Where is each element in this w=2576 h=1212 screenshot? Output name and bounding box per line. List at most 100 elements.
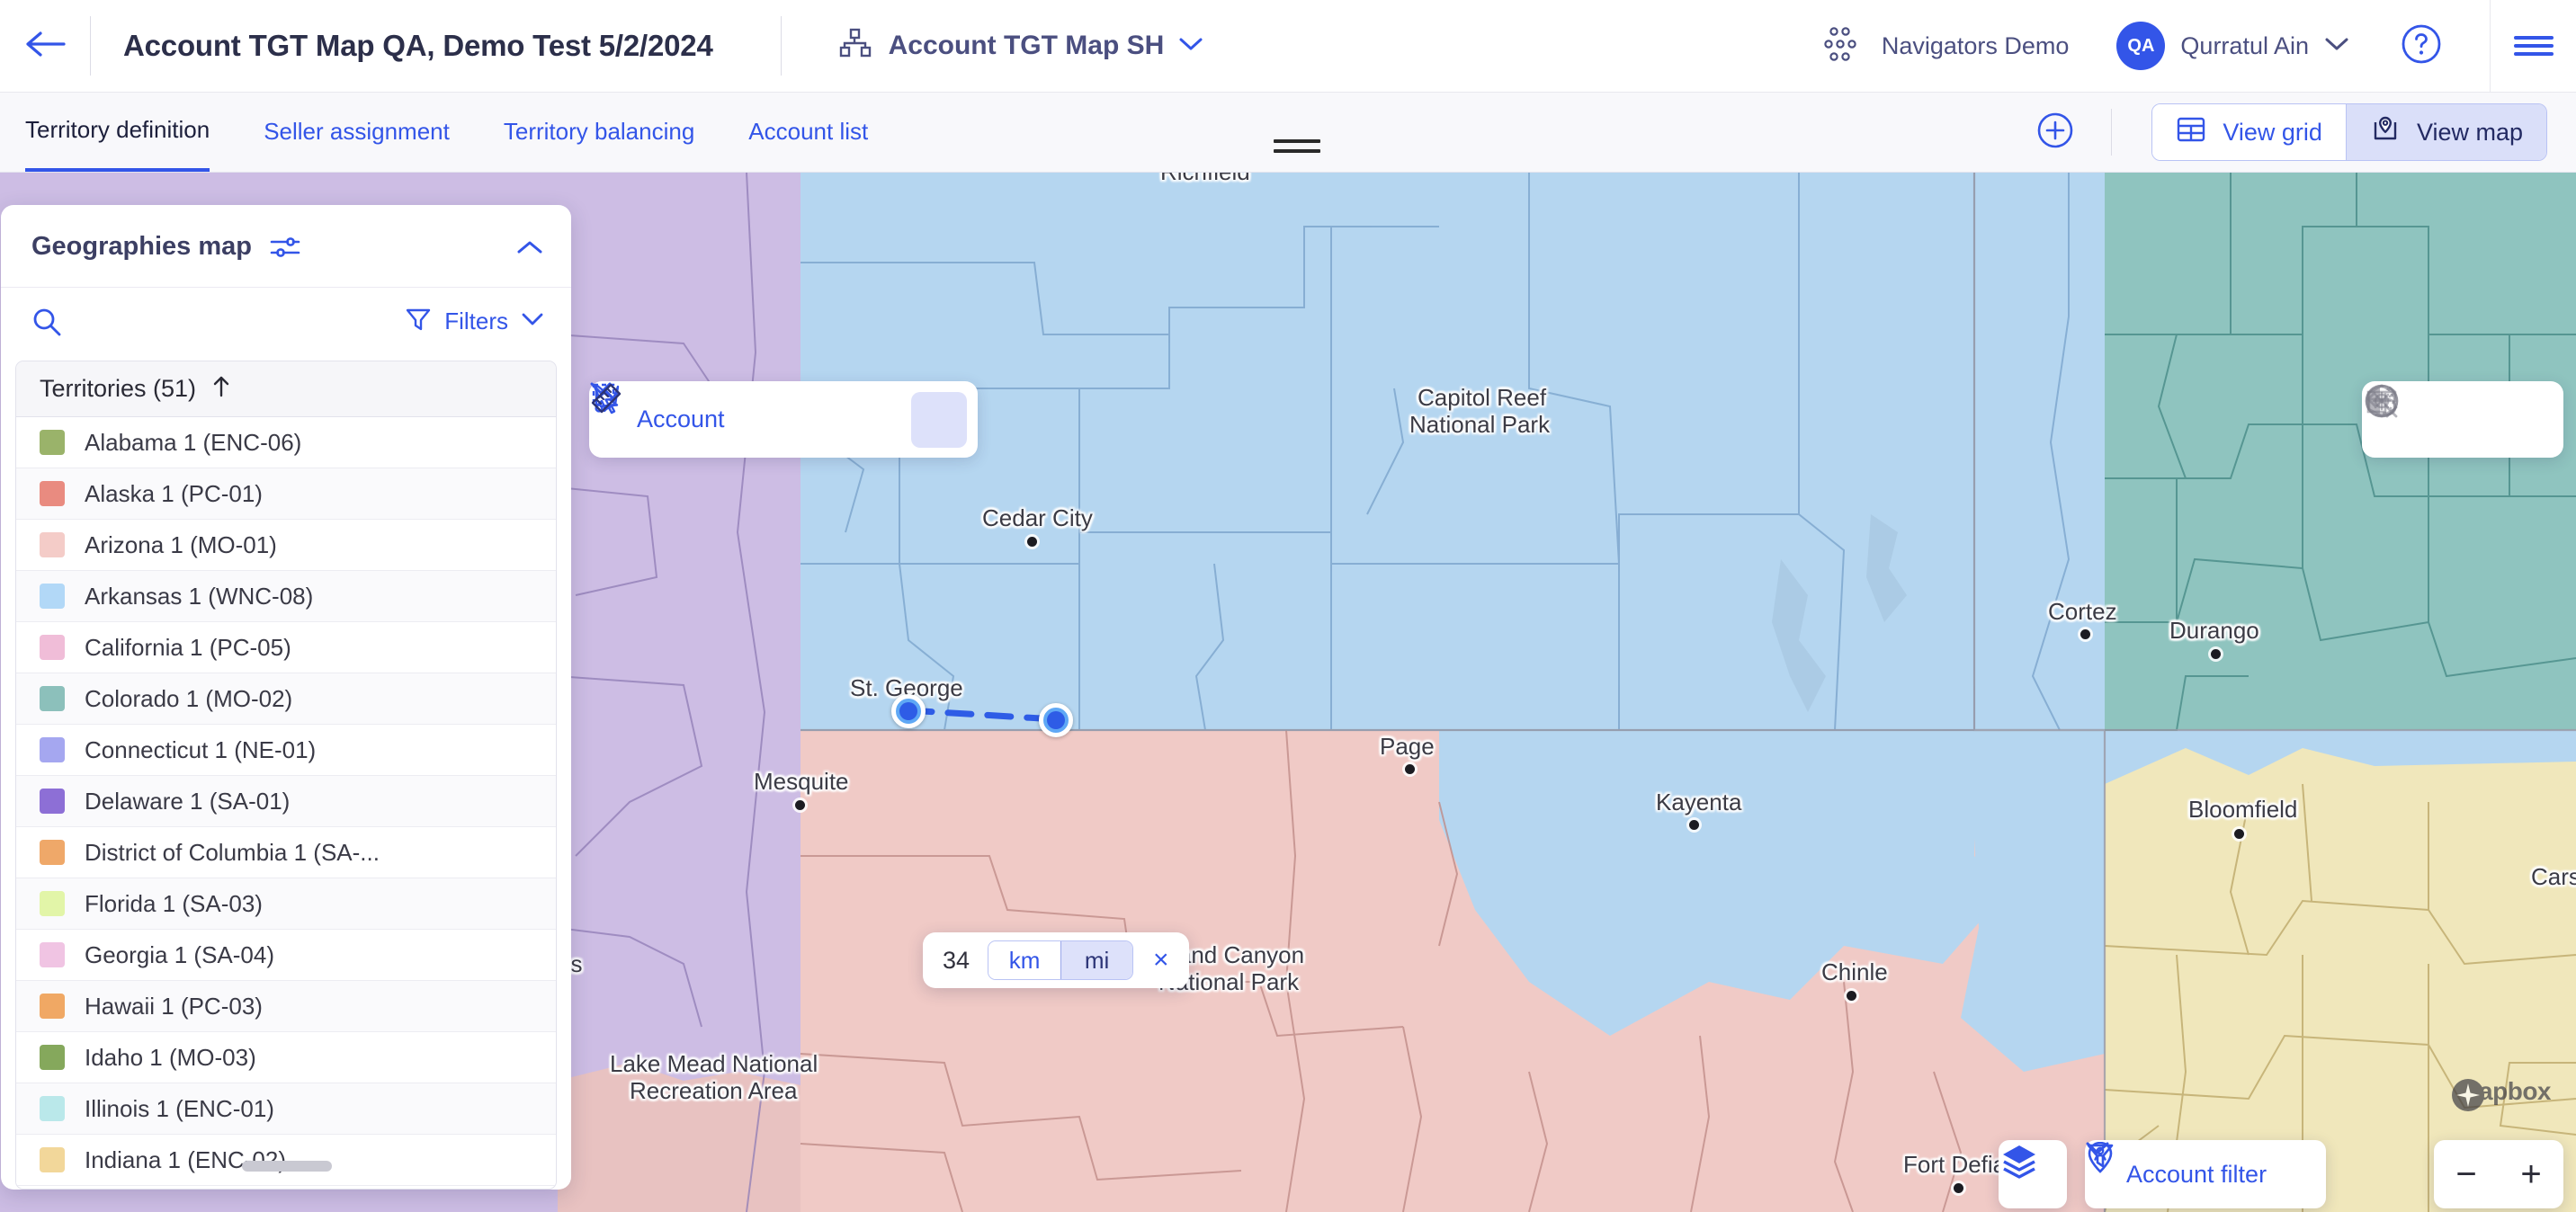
territory-color-swatch (40, 994, 65, 1019)
view-grid-button[interactable]: View grid (2152, 104, 2346, 160)
territory-label: Colorado 1 (MO-02) (85, 684, 293, 712)
panel-title: Geographies map (31, 232, 252, 261)
map-layers-button[interactable] (1999, 1140, 2067, 1208)
chevron-down-icon (521, 312, 544, 331)
search-icon[interactable] (31, 307, 62, 337)
filters-button[interactable]: Filters (405, 306, 544, 337)
account-filter-label: Account filter (2126, 1160, 2267, 1188)
table-row[interactable]: Georgia 1 (SA-04) (16, 930, 556, 981)
map-city-dot (1027, 537, 1037, 547)
tabbar-divider (2111, 109, 2113, 156)
header-divider-2 (780, 16, 782, 76)
tab-territory-definition[interactable]: Territory definition (25, 93, 210, 172)
question-circle-icon (2400, 22, 2443, 70)
map-city-dot (1847, 991, 1856, 1001)
map-city-dot (2234, 829, 2244, 839)
view-map-button[interactable]: View map (2345, 104, 2546, 160)
sliders-icon[interactable] (270, 234, 300, 261)
application-root: Account TGT Map QA, Demo Test 5/2/2024 A… (0, 0, 2576, 1212)
unit-km-button[interactable]: km (988, 941, 1061, 979)
table-row[interactable]: District of Columbia 1 (SA-... (16, 827, 556, 878)
user-menu[interactable]: QA Qurratul Ain (2116, 22, 2349, 70)
help-button[interactable] (2400, 22, 2443, 70)
measurement-close-button[interactable]: × (1153, 947, 1169, 974)
pointer-tool-button[interactable] (595, 383, 836, 448)
page-title: Account TGT Map QA, Demo Test 5/2/2024 (123, 29, 713, 62)
territory-color-swatch (40, 942, 65, 967)
map-edit-tools (2362, 381, 2563, 458)
lasso-tool-button[interactable] (593, 385, 891, 448)
back-button[interactable] (0, 0, 90, 93)
zoom-in-button[interactable]: + (2504, 1156, 2558, 1192)
table-row[interactable]: Alabama 1 (ENC-06) (16, 417, 556, 468)
hamburger-menu-icon (2513, 31, 2554, 60)
tab-bar: Territory definition Seller assignment T… (0, 93, 2576, 173)
table-row[interactable]: Colorado 1 (MO-02) (16, 673, 556, 725)
avatar: QA (2116, 22, 2166, 70)
arrow-left-icon (24, 28, 66, 65)
arrow-up-icon (210, 374, 232, 404)
ruler-tool-button[interactable] (591, 383, 967, 448)
territory-label: Alabama 1 (ENC-06) (85, 428, 302, 456)
measurement-point-end[interactable] (1039, 703, 1073, 737)
search-input[interactable] (76, 308, 406, 334)
table-row[interactable]: Florida 1 (SA-03) (16, 878, 556, 930)
panel-drag-handle[interactable] (1274, 139, 1320, 159)
map-draw-toolbar: Account (589, 381, 978, 458)
table-row[interactable]: Idaho 1 (MO-03) (16, 1032, 556, 1083)
measurement-value: 34 (943, 946, 970, 974)
panel-horizontal-scrollbar[interactable] (242, 1161, 332, 1172)
territory-label: Hawaii 1 (PC-03) (85, 992, 263, 1020)
territory-label: District of Columbia 1 (SA-... (85, 838, 380, 866)
zoom-out-button[interactable]: − (2439, 1156, 2493, 1192)
add-button[interactable] (2035, 111, 2075, 155)
chevron-down-icon (2324, 36, 2349, 57)
table-row[interactable]: California 1 (PC-05) (16, 622, 556, 673)
territories-count-label: Territories (51) (40, 375, 197, 402)
table-row[interactable]: Connecticut 1 (NE-01) (16, 725, 556, 776)
measurement-point-start[interactable] (891, 694, 926, 728)
territory-label: Illinois 1 (ENC-01) (85, 1094, 274, 1122)
select-entity-label: Account (637, 405, 725, 432)
territory-label: Delaware 1 (SA-01) (85, 787, 291, 815)
territory-color-swatch (40, 635, 65, 660)
table-row[interactable]: Illinois 1 (ENC-01) (16, 1083, 556, 1135)
map-city-dot (2080, 629, 2090, 639)
header-divider-1 (90, 16, 91, 76)
header-right-cluster: Navigators Demo QA Qurratul Ain (1822, 0, 2576, 93)
table-row[interactable]: Delaware 1 (SA-01) (16, 776, 556, 827)
organization-label: Navigators Demo (1881, 31, 2070, 59)
map-zoom-controls: − + (2434, 1140, 2563, 1208)
table-row[interactable]: Arkansas 1 (WNC-08) (16, 571, 556, 622)
map-hierarchy-icon (838, 26, 874, 67)
grid-table-icon (2176, 114, 2206, 151)
select-entity-dropdown[interactable]: Account (590, 382, 749, 433)
table-row[interactable]: Arizona 1 (MO-01) (16, 520, 556, 571)
territories-list: Alabama 1 (ENC-06) Alaska 1 (PC-01) Arizon… (16, 417, 556, 1186)
unit-mi-button[interactable]: mi (1060, 941, 1133, 979)
grid-dots-icon (1822, 23, 1864, 69)
tab-territory-balancing[interactable]: Territory balancing (504, 93, 694, 172)
territory-color-swatch (40, 891, 65, 916)
table-row[interactable]: Hawaii 1 (PC-03) (16, 981, 556, 1032)
territories-list-header[interactable]: Territories (51) (16, 361, 556, 417)
account-filter-button[interactable]: Account filter (2085, 1140, 2327, 1208)
territory-label: Arizona 1 (MO-01) (85, 530, 277, 558)
map-city-dot (2211, 649, 2221, 659)
map-selector-label: Account TGT Map SH (888, 31, 1165, 60)
territory-label: Florida 1 (SA-03) (85, 889, 263, 917)
tab-account-list[interactable]: Account list (748, 93, 868, 172)
organization-switcher[interactable]: Navigators Demo (1822, 23, 2070, 69)
map-selector[interactable]: Account TGT Map SH (838, 26, 1204, 67)
panel-collapse-button[interactable] (515, 238, 544, 256)
main-menu-button[interactable] (2490, 0, 2576, 93)
table-row[interactable]: Alaska 1 (PC-01) (16, 468, 556, 520)
territory-label: Alaska 1 (PC-01) (85, 479, 263, 507)
filters-label: Filters (444, 307, 508, 334)
measurement-unit-toggle: km mi (988, 940, 1134, 980)
territory-color-swatch (40, 1096, 65, 1121)
territory-label: Connecticut 1 (NE-01) (85, 735, 317, 763)
plus-circle-icon (2035, 111, 2075, 155)
tab-seller-assignment[interactable]: Seller assignment (264, 93, 450, 172)
territory-label: Idaho 1 (MO-03) (85, 1043, 256, 1071)
